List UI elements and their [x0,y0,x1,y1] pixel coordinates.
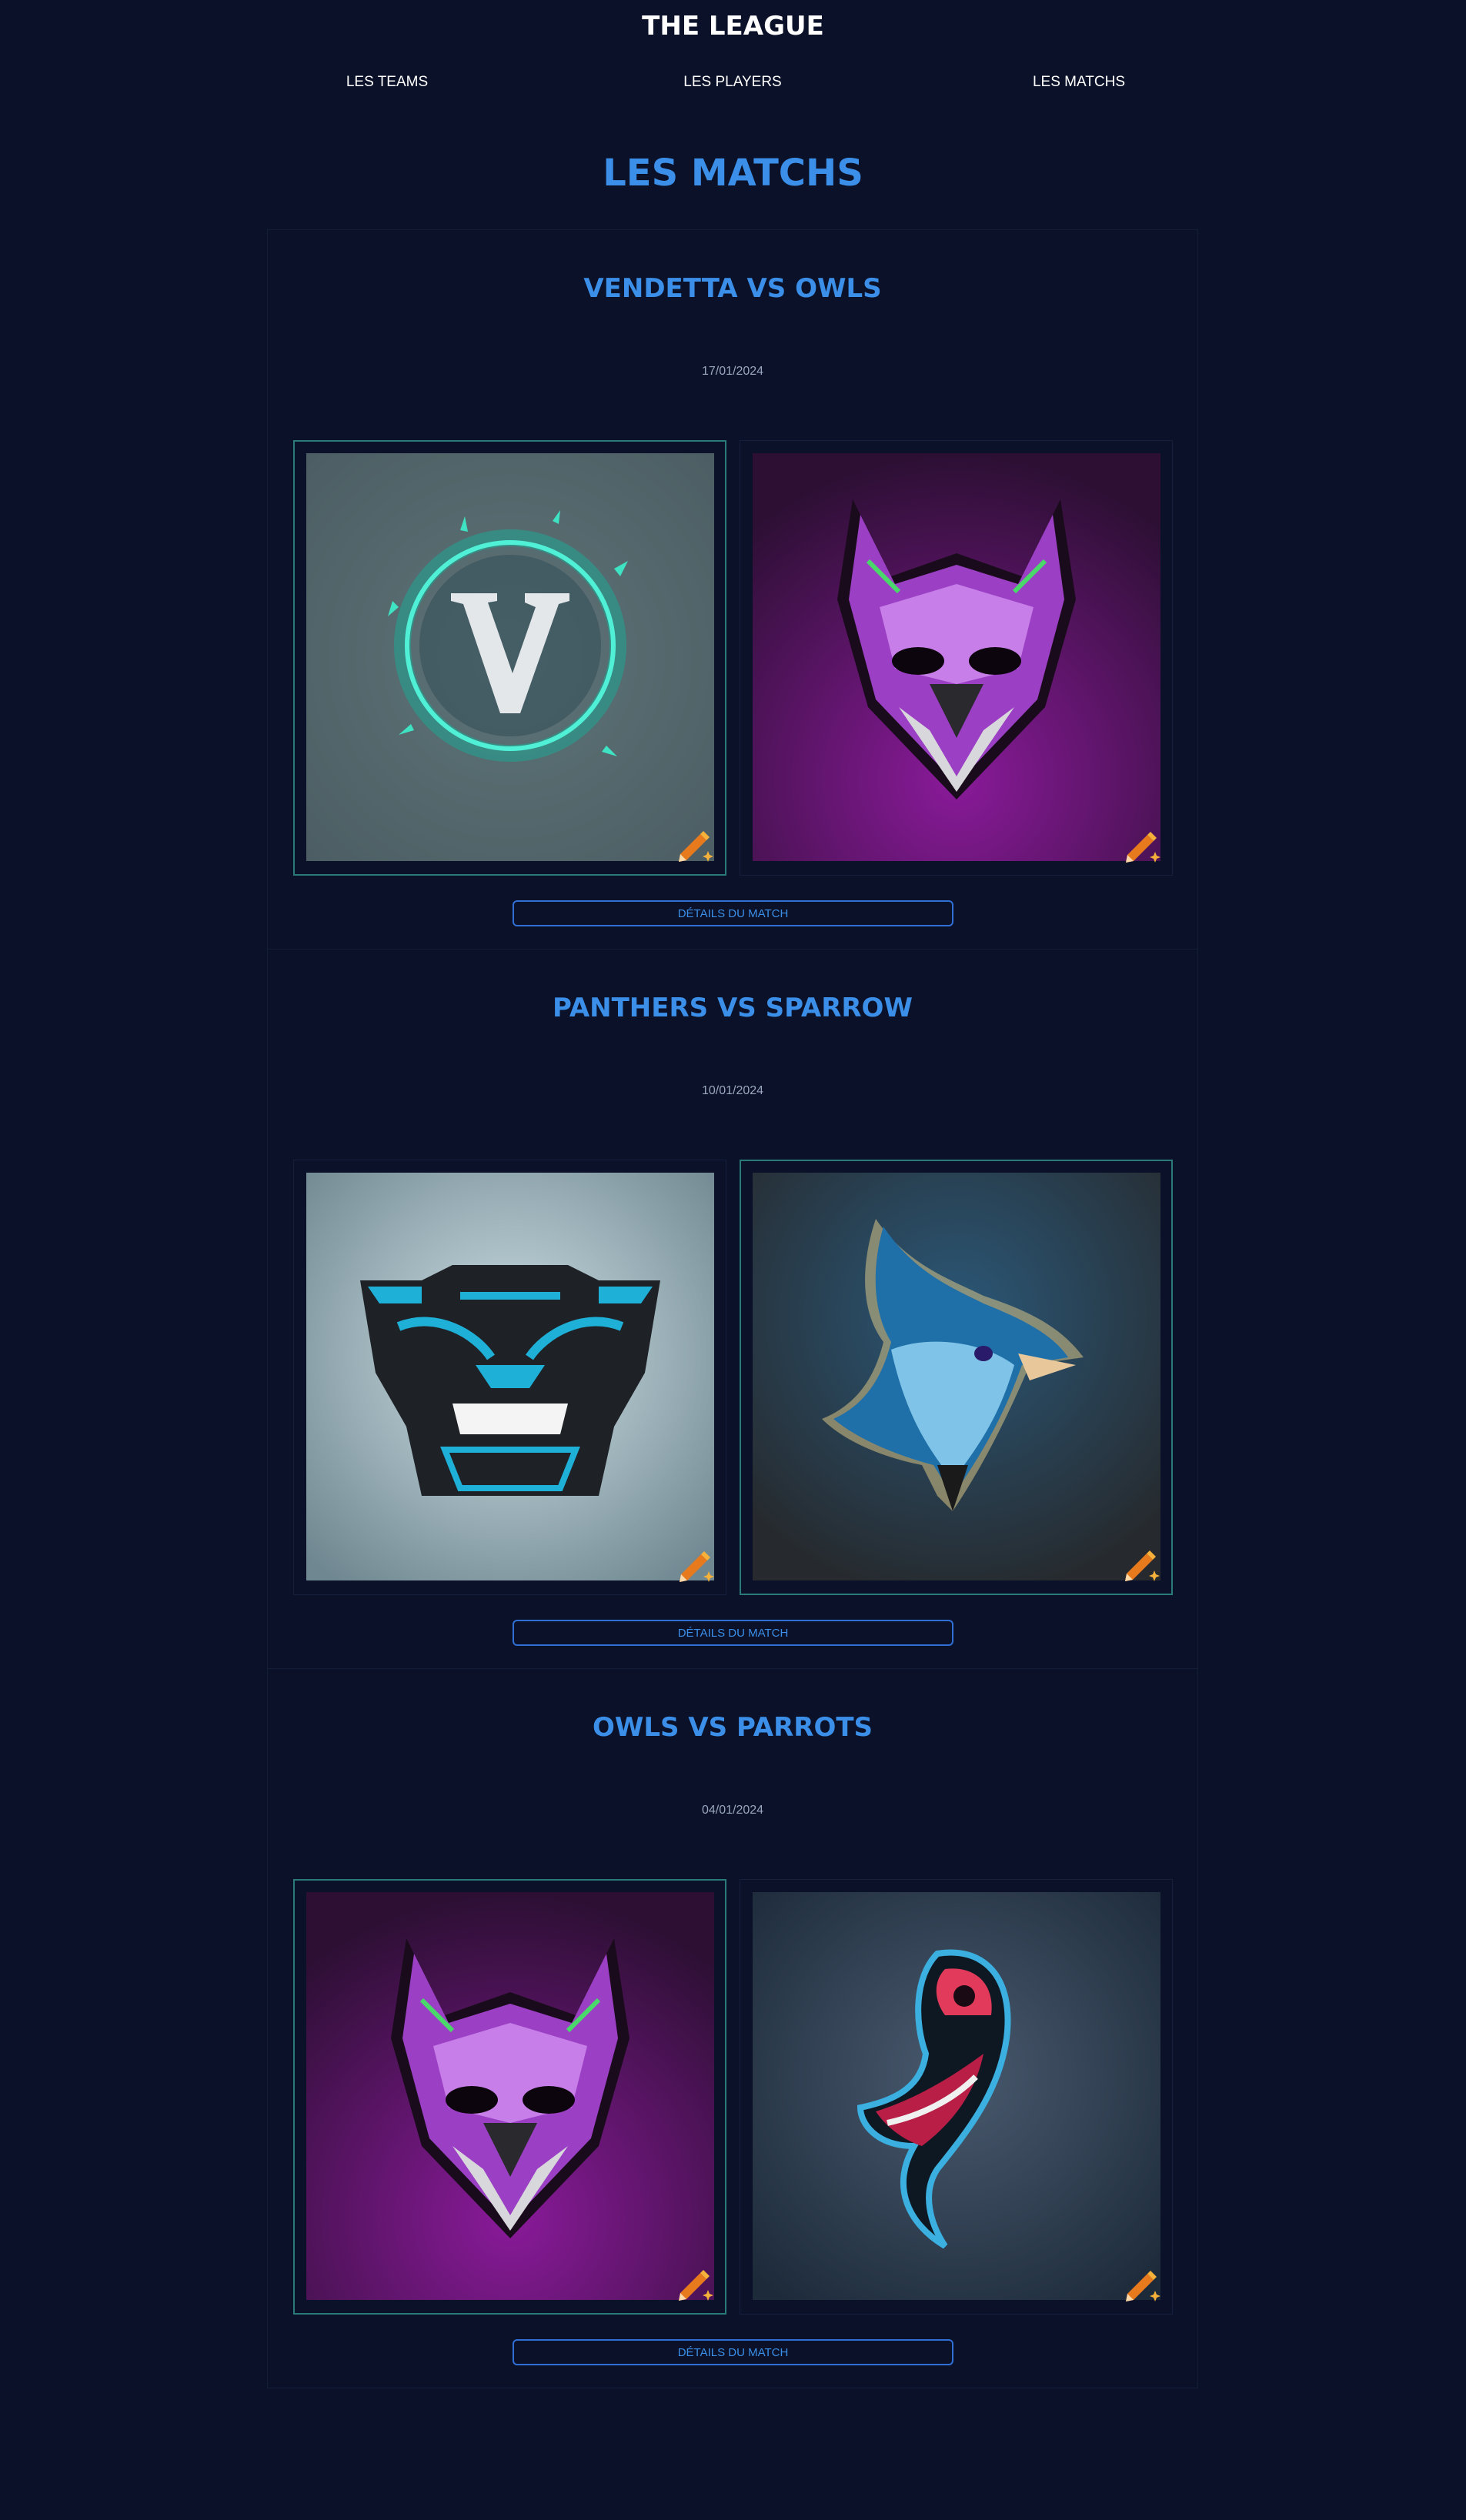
away-team-card[interactable] [740,1160,1173,1595]
page-heading: LES MATCHS [603,152,863,195]
blue-bird-logo [753,1173,1160,1580]
match-card: PANTHERS VS SPARROW 10/01/2024 DÉTAILS D… [267,949,1198,1669]
away-team-card[interactable] [740,440,1173,876]
away-team-card[interactable] [740,1879,1173,2315]
black-panther-logo [306,1173,714,1580]
match-card: VENDETTA VS OWLS 17/01/2024 DÉTAILS DU M… [267,229,1198,950]
home-team-card[interactable] [293,1160,726,1595]
red-parrot-logo [753,1892,1160,2300]
home-team-card[interactable] [293,440,726,876]
edit-pencil-icon[interactable] [1119,1543,1162,1586]
match-date: 04/01/2024 [701,1804,764,1817]
edit-pencil-icon[interactable] [1120,2263,1163,2306]
purple-owl-logo [753,453,1160,861]
match-title: OWLS VS PARROTS [592,1712,873,1743]
match-details-button[interactable]: DÉTAILS DU MATCH [513,2339,953,2365]
edit-pencil-icon[interactable] [673,2262,716,2305]
nav-link-matchs[interactable]: LES MATCHS [1033,69,1125,95]
match-date: 10/01/2024 [701,1084,764,1097]
match-details-button[interactable]: DÉTAILS DU MATCH [513,1620,953,1646]
match-details-button[interactable]: DÉTAILS DU MATCH [513,900,953,926]
match-title: PANTHERS VS SPARROW [553,993,913,1023]
edit-pencil-icon[interactable] [673,1544,716,1587]
edit-pencil-icon[interactable] [673,823,716,866]
nav-link-players[interactable]: LES PLAYERS [683,69,781,95]
match-title: VENDETTA VS OWLS [583,273,882,304]
match-date: 17/01/2024 [701,365,764,378]
main-nav: LES TEAMS LES PLAYERS LES MATCHS [0,69,1466,95]
home-team-card[interactable] [293,1879,726,2315]
edit-pencil-icon[interactable] [1120,824,1163,867]
app-root: THE LEAGUE LES TEAMS LES PLAYERS LES MAT… [0,0,1466,2520]
vendetta-v-logo [306,453,714,861]
site-title: THE LEAGUE [642,11,824,42]
match-list: VENDETTA VS OWLS 17/01/2024 DÉTAILS DU M… [267,229,1198,2388]
nav-link-teams[interactable]: LES TEAMS [346,69,428,95]
purple-owl-logo [306,1892,714,2300]
match-card: OWLS VS PARROTS 04/01/2024 DÉTAILS DU MA… [267,1668,1198,2388]
